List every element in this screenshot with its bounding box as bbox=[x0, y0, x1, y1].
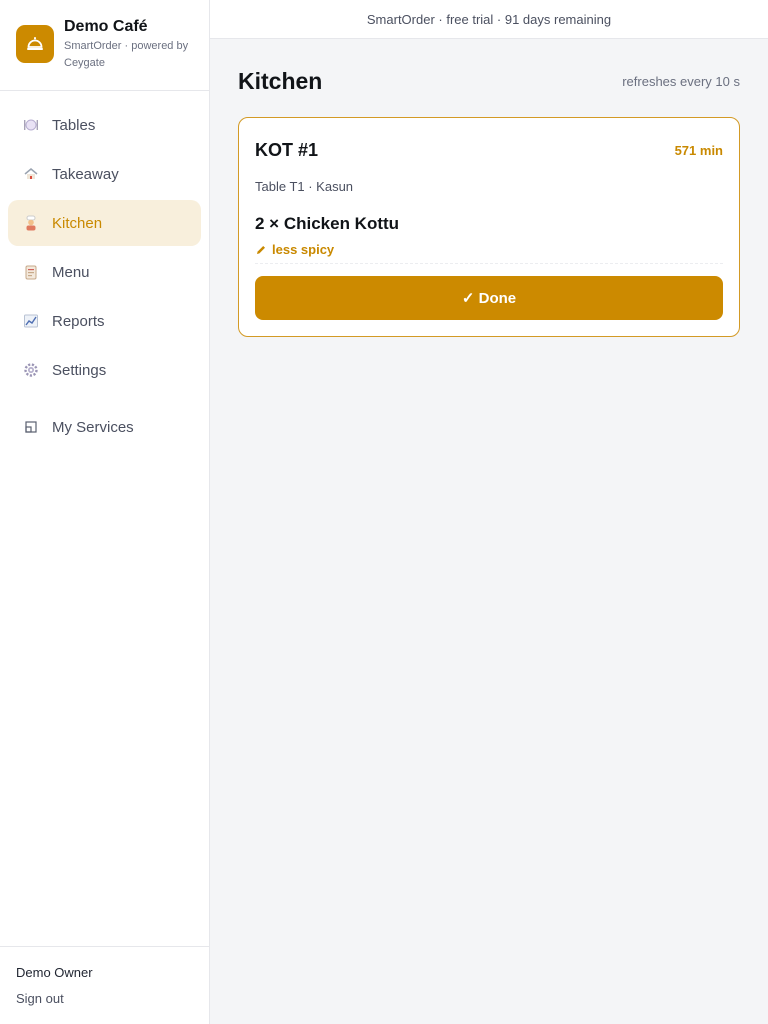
pencil-icon bbox=[255, 244, 267, 256]
kot-note-text: less spicy bbox=[272, 242, 335, 257]
brand-header: Demo Café SmartOrder · powered by Ceygat… bbox=[0, 0, 209, 91]
kot-title: KOT #1 bbox=[255, 139, 319, 160]
clipboard-icon bbox=[23, 264, 39, 280]
brand-name: Demo Café bbox=[64, 18, 148, 35]
main-content: Kitchen refreshes every 10 s KOT #1 571 … bbox=[238, 39, 740, 337]
sidebar-item-kitchen[interactable]: Kitchen bbox=[8, 200, 201, 246]
sidebar-item-label: Takeaway bbox=[52, 165, 119, 183]
sidebar-nav: Tables Takeaway Kitchen Menu Reports Set… bbox=[0, 91, 209, 450]
sidebar-item-tables[interactable]: Tables bbox=[8, 102, 201, 148]
sidebar-item-my-services[interactable]: My Services bbox=[8, 404, 201, 450]
trial-banner-text: SmartOrder · free trial · 91 days remain… bbox=[366, 11, 612, 27]
kot-line-item: 2 × Chicken Kottu bbox=[255, 214, 400, 233]
sidebar-item-label: Reports bbox=[52, 312, 105, 330]
sidebar-item-takeaway[interactable]: Takeaway bbox=[8, 151, 201, 197]
kot-card: KOT #1 571 min Table T1 · Kasun 2 × Chic… bbox=[238, 117, 740, 337]
house-icon bbox=[23, 166, 39, 182]
sidebar-item-label: Kitchen bbox=[52, 214, 103, 232]
sidebar-footer: Demo Owner Sign out bbox=[0, 946, 209, 1024]
owner-name: Demo Owner bbox=[16, 965, 93, 980]
sidebar: Demo Café SmartOrder · powered by Ceygat… bbox=[0, 0, 210, 1024]
cloche-icon bbox=[16, 25, 54, 63]
kot-elapsed-time: 571 min bbox=[674, 142, 723, 158]
sidebar-item-menu[interactable]: Menu bbox=[8, 249, 201, 295]
refresh-note: refreshes every 10 s bbox=[622, 73, 740, 89]
sidebar-item-label: Menu bbox=[52, 263, 90, 281]
page-header: Kitchen refreshes every 10 s bbox=[238, 39, 740, 123]
kot-header: KOT #1 571 min bbox=[255, 118, 723, 182]
kot-table-waiter: Table T1 · Kasun bbox=[255, 179, 354, 194]
sidebar-item-reports[interactable]: Reports bbox=[8, 298, 201, 344]
brand-subtitle: SmartOrder · powered by Ceygate bbox=[64, 40, 189, 69]
sign-out-link[interactable]: Sign out bbox=[16, 990, 193, 1008]
window-icon bbox=[23, 419, 39, 435]
sidebar-item-settings[interactable]: Settings bbox=[8, 347, 201, 393]
chart-icon bbox=[23, 313, 39, 329]
gear-icon bbox=[23, 362, 39, 378]
kot-item-note: less spicy bbox=[255, 242, 723, 264]
sidebar-item-label: Settings bbox=[52, 361, 107, 379]
cook-icon bbox=[23, 215, 39, 231]
done-button[interactable]: ✓ Done bbox=[255, 276, 723, 320]
sidebar-item-label: Tables bbox=[52, 116, 96, 134]
trial-banner: SmartOrder · free trial · 91 days remain… bbox=[210, 0, 768, 39]
page-title: Kitchen bbox=[238, 67, 323, 94]
sidebar-item-label: My Services bbox=[52, 418, 134, 436]
plate-cutlery-icon bbox=[23, 117, 39, 133]
